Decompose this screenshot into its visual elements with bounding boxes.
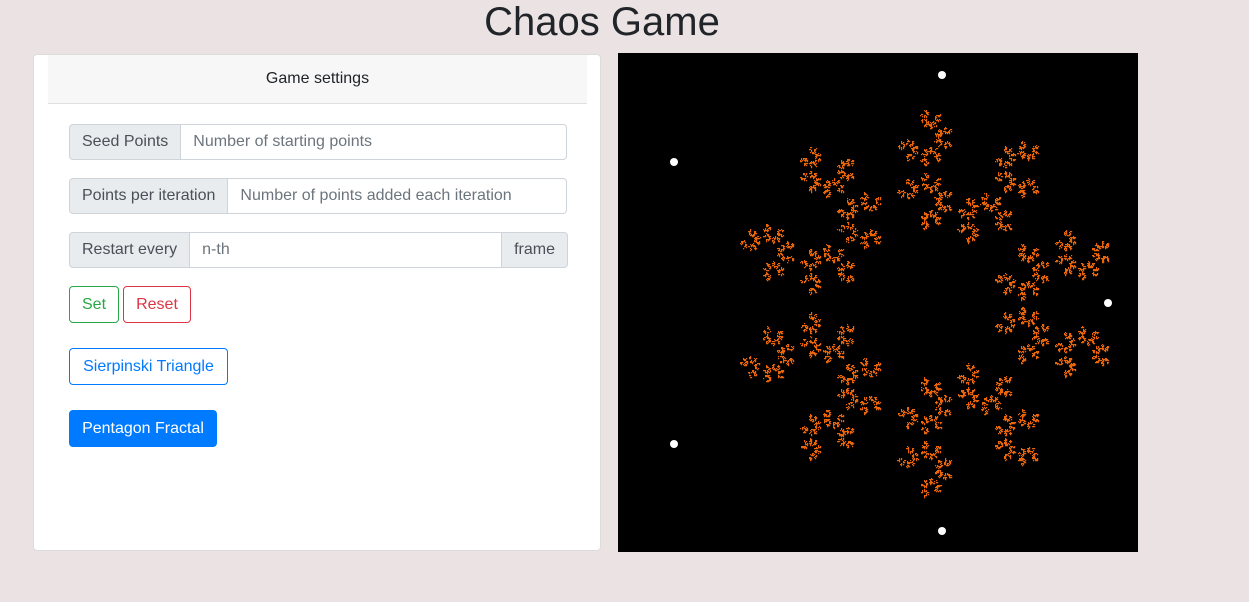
seed-points-label: Seed Points [69, 124, 182, 160]
fractal-points [740, 110, 1110, 499]
restart-every-label: Restart every [69, 232, 191, 268]
card-header: Game settings [48, 55, 587, 104]
vertex-point [670, 158, 678, 166]
restart-every-input[interactable] [190, 232, 503, 268]
sierpinski-triangle-button[interactable]: Sierpinski Triangle [69, 348, 228, 385]
fractal-drawing [670, 71, 1112, 535]
set-button[interactable]: Set [69, 286, 119, 323]
points-per-iteration-input[interactable] [228, 178, 567, 214]
points-per-iteration-group: Points per iteration [69, 178, 567, 214]
vertex-points [670, 71, 1112, 535]
points-per-iteration-label: Points per iteration [69, 178, 229, 214]
restart-every-group: Restart every frame [69, 232, 568, 268]
vertex-point [938, 71, 946, 79]
seed-points-group: Seed Points [69, 124, 567, 160]
page-title: Chaos Game [484, 0, 720, 44]
game-settings-card: Game settings Seed Points Points per ite… [33, 54, 601, 551]
seed-points-input[interactable] [181, 124, 567, 160]
chaos-game-canvas[interactable] [618, 53, 1138, 552]
fractal-point-cloud [740, 110, 1110, 499]
reset-button[interactable]: Reset [123, 286, 191, 323]
vertex-point [938, 527, 946, 535]
vertex-point [1104, 299, 1112, 307]
pentagon-fractal-button[interactable]: Pentagon Fractal [69, 410, 217, 447]
vertex-point [670, 440, 678, 448]
restart-every-suffix: frame [502, 232, 568, 268]
